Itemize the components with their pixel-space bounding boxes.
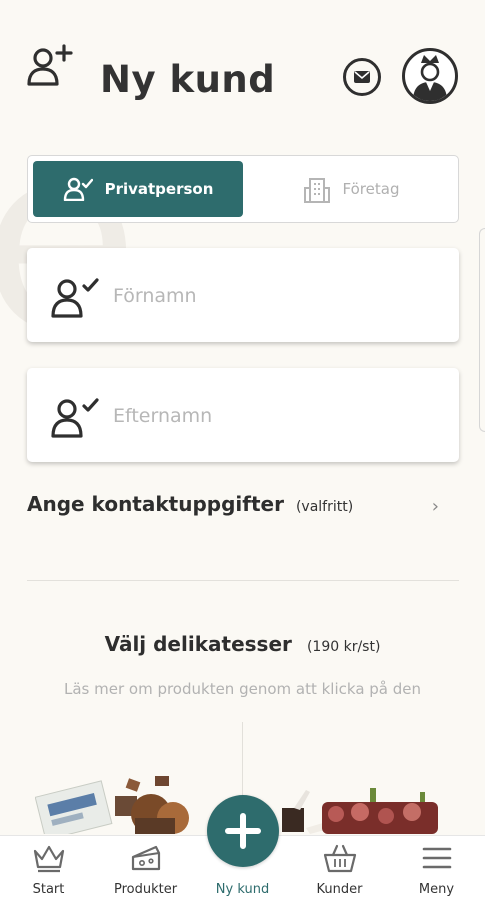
person-check-icon [51,278,99,318]
products-hint: Läs mer om produkten genom att klicka på… [63,680,422,698]
tab-meny-label: Meny [418,882,455,897]
last-name-card [27,368,459,462]
last-name-input[interactable] [113,398,433,434]
building-icon [303,178,330,203]
first-name-input[interactable] [113,278,433,314]
tab-produkter-label: Produkter [113,882,178,897]
tab-kunder-label: Kunder [316,882,363,897]
avatar[interactable] [402,48,458,104]
products-title: Välj delikatesser [104,632,292,656]
tab-start[interactable]: Start [0,836,97,900]
person-check-icon [63,177,93,201]
tab-start-label: Start [32,882,65,897]
add-person-icon [27,44,73,86]
foretag-tab[interactable]: Företag [246,161,456,217]
products-heading: Välj delikatesser (190 kr/st) [0,632,485,656]
product-card-right[interactable] [270,768,445,834]
divider [27,580,459,581]
person-check-icon [51,398,99,438]
product-image-right [282,788,438,834]
tab-produkter[interactable]: Produkter [97,836,194,900]
optional-label: (valfritt) [295,499,354,515]
product-image-left [35,776,189,834]
foretag-label: Företag [342,180,400,198]
product-card-left[interactable] [35,768,195,834]
menu-icon [422,847,451,869]
contact-details-label: Ange kontaktuppgifter [27,492,284,516]
customer-type-toggle: Privatperson Företag [27,155,459,223]
page-title: Ny kund [100,58,276,101]
privatperson-label: Privatperson [104,180,214,198]
tab-ny-kund-label: Ny kund [215,882,270,897]
contact-details-row[interactable]: Ange kontaktuppgifter (valfritt) › [27,492,459,536]
first-name-card [27,248,459,342]
chevron-right-icon: › [431,496,439,517]
cheese-icon [131,845,160,871]
plus-icon [225,813,261,849]
basket-icon [323,844,356,873]
tab-meny[interactable]: Meny [388,836,485,900]
privatperson-tab[interactable]: Privatperson [33,161,243,217]
profile-king-icon [413,55,447,101]
message-button[interactable] [343,58,381,96]
crown-icon [33,845,64,873]
side-scroll-edge [479,228,485,432]
products-price: (190 kr/st) [306,639,381,655]
tab-kunder[interactable]: Kunder [291,836,388,900]
header: Ny kund [0,0,485,140]
envelope-icon [354,71,370,83]
new-customer-fab[interactable] [207,795,279,867]
